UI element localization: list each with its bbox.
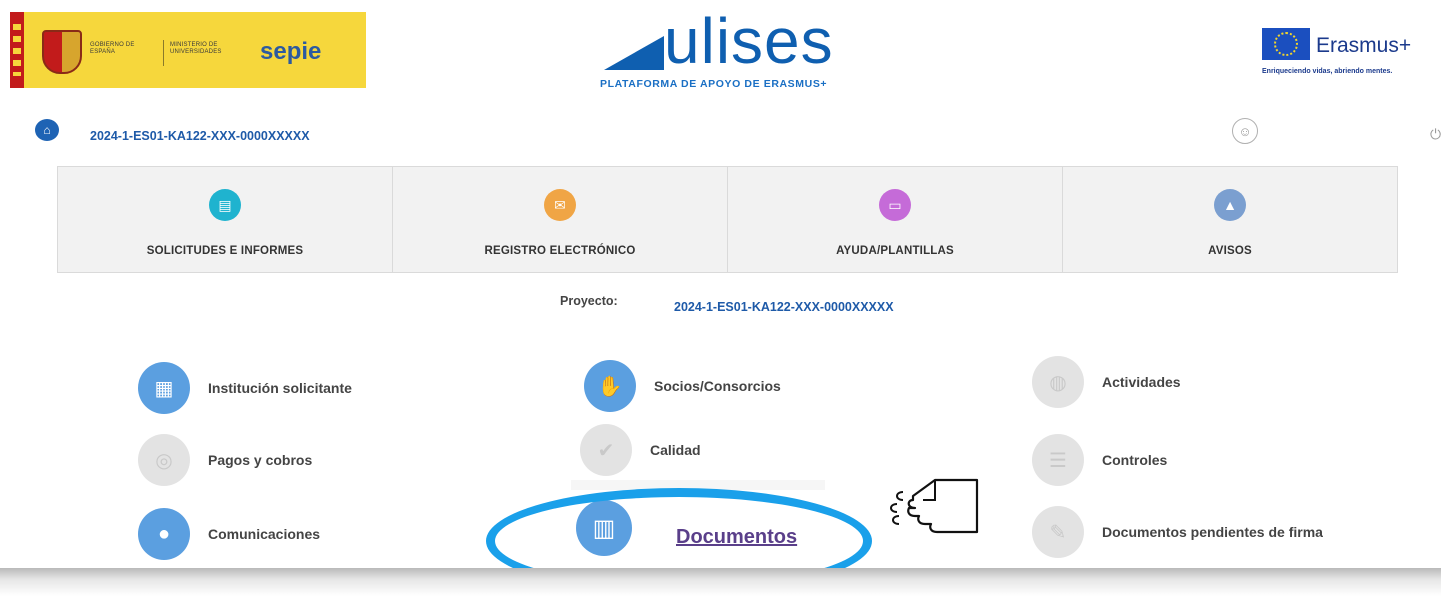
menu-label: Calidad (650, 442, 701, 458)
nav-solicitudes-informes[interactable]: ▤ SOLICITUDES E INFORMES (57, 166, 393, 273)
menu-label: Institución solicitante (208, 380, 352, 396)
gov-text-2: MINISTERIO DE UNIVERSIDADES (170, 42, 222, 55)
sepie-logo: sepie (260, 38, 322, 65)
bell-icon: ▲ (1214, 189, 1246, 221)
erasmus-logo: Erasmus+ Enriqueciendo vidas, abriendo m… (1262, 28, 1440, 98)
ulises-wing-icon (604, 36, 664, 70)
government-logo: GOBIERNO DE ESPAÑA MINISTERIO DE UNIVERS… (10, 12, 366, 88)
power-icon[interactable]: ⏻ (1430, 126, 1441, 143)
home-icon[interactable]: ⌂ (35, 119, 59, 141)
globe-icon: ◍ (1032, 356, 1084, 408)
chat-icon: ● (138, 508, 190, 560)
coat-of-arms-icon (42, 30, 82, 74)
checklist-icon: ☰ (1032, 434, 1084, 486)
documents-icon: ▤ (209, 189, 241, 221)
page-shadow (0, 568, 1441, 596)
page: GOBIERNO DE ESPAÑA MINISTERIO DE UNIVERS… (0, 0, 1441, 596)
coins-icon: ◎ (138, 434, 190, 486)
project-code: 2024-1-ES01-KA122-XXX-0000XXXXX (674, 300, 894, 314)
main-nav: ▤ SOLICITUDES E INFORMES ✉ REGISTRO ELEC… (57, 166, 1398, 273)
menu-label: Documentos pendientes de firma (1102, 524, 1323, 540)
menu-label: Controles (1102, 452, 1168, 468)
gov-divider (163, 40, 164, 66)
pointing-hand-icon (890, 478, 979, 534)
header: GOBIERNO DE ESPAÑA MINISTERIO DE UNIVERS… (0, 0, 1441, 110)
menu-label: Comunicaciones (208, 526, 321, 542)
nav-ayuda-plantillas[interactable]: ▭ AYUDA/PLANTILLAS (727, 166, 1063, 273)
nav-label: REGISTRO ELECTRÓNICO (484, 245, 636, 257)
mail-icon: ✉ (544, 189, 576, 221)
nav-registro-electronico[interactable]: ✉ REGISTRO ELECTRÓNICO (392, 166, 728, 273)
menu-label: Pagos y cobros (208, 452, 313, 468)
erasmus-wordmark: Erasmus+ (1316, 34, 1412, 57)
ulises-tagline: PLATAFORMA DE APOYO DE ERASMUS+ (600, 78, 828, 90)
building-icon: ▦ (138, 362, 190, 414)
ulises-logo: ulises PLATAFORMA DE APOYO DE ERASMUS+ (600, 5, 910, 100)
ulises-wordmark: ulises (664, 5, 834, 77)
user-icon[interactable]: ☺ (1232, 118, 1258, 144)
erasmus-tagline: Enriqueciendo vidas, abriendo mentes. (1262, 68, 1393, 75)
folder-icon: ▭ (879, 189, 911, 221)
eu-flag-icon (1262, 28, 1310, 60)
nav-avisos[interactable]: ▲ AVISOS (1062, 166, 1398, 273)
spain-flag-icon (10, 12, 24, 88)
handshake-icon: ✋ (584, 360, 636, 412)
project-code-header: 2024-1-ES01-KA122-XXX-0000XXXXX (90, 129, 310, 143)
quality-badge-icon: ✔ (580, 424, 632, 476)
signature-icon: ✎ (1032, 506, 1084, 558)
menu-label: Actividades (1102, 374, 1181, 390)
project-label: Proyecto: (560, 294, 618, 308)
nav-label: SOLICITUDES E INFORMES (146, 245, 304, 257)
nav-label: AYUDA/PLANTILLAS (836, 245, 954, 257)
nav-label: AVISOS (1208, 245, 1252, 257)
gov-text-1: GOBIERNO DE ESPAÑA (90, 42, 135, 55)
menu-label: Socios/Consorcios (654, 378, 781, 394)
